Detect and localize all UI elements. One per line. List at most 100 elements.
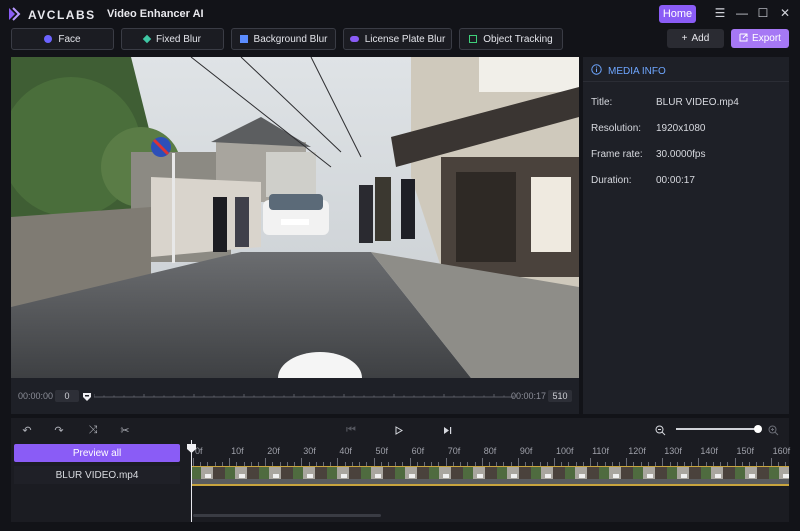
divider	[583, 81, 789, 82]
face-icon	[44, 35, 53, 43]
brand-name: AVCLABS	[28, 8, 96, 22]
split-icon[interactable]: ⤨	[86, 423, 100, 437]
info-label-resolution: Resolution:	[591, 123, 642, 134]
ruler-tick	[373, 458, 375, 466]
timeline-ruler[interactable]: 0f 10f 20f 30f 40f 50f 60f 70f 80f 90f 100f 110f 120…	[191, 444, 791, 466]
car-icon	[349, 36, 359, 42]
end-time: 00:00:17	[511, 391, 547, 401]
clip-thumbnail	[531, 467, 565, 484]
ruler-tick-label: 150f	[736, 446, 755, 456]
info-label-duration: Duration:	[591, 175, 632, 186]
info-value-title: BLUR VIDEO.mp4	[656, 97, 739, 108]
tool-fixed-blur-button[interactable]: Fixed Blur	[121, 28, 224, 50]
zoom-slider-handle[interactable]	[754, 425, 762, 433]
ruler-tick-label: 60f	[411, 446, 425, 456]
tool-object-tracking-button[interactable]: Object Tracking	[459, 28, 563, 50]
info-icon	[591, 64, 602, 78]
ruler-tick-label: 130f	[664, 446, 682, 456]
export-button[interactable]: Export	[731, 29, 789, 48]
ruler-tick	[193, 458, 194, 466]
app-window: AVCLABS Video Enhancer AI Home ☰ — ☐ ✕ F…	[0, 0, 800, 531]
start-frame-input[interactable]: 0	[55, 390, 79, 402]
scissors-icon[interactable]: ✂	[118, 423, 132, 437]
ruler-tick-label: 160f	[772, 446, 791, 456]
clip-thumbnail	[429, 467, 463, 484]
tool-license-plate-blur-button[interactable]: License Plate Blur	[343, 28, 452, 50]
avclabs-logo-icon	[8, 7, 22, 21]
ruler-tick-label: 80f	[483, 446, 497, 456]
previous-frame-icon[interactable]: ⏮	[344, 423, 358, 437]
ruler-tick	[517, 458, 519, 466]
play-icon[interactable]	[392, 423, 406, 437]
clip-thumbnail	[327, 467, 361, 484]
ruler-tick	[301, 458, 303, 466]
tool-face-label: Face	[58, 33, 81, 45]
tool-object-tracking-label: Object Tracking	[483, 33, 553, 45]
clip-thumbnail	[259, 467, 293, 484]
video-scrubber: 00:00:00 0 00:00:17 510	[11, 378, 579, 414]
tool-license-plate-blur-label: License Plate Blur	[364, 33, 446, 45]
sparkle-icon	[142, 34, 152, 44]
timeline-panel: ↶ ↷ ⤨ ✂ ⏮ Preview all BLUR VIDEO.mp4 0f 1…	[11, 418, 791, 522]
tool-face-button[interactable]: Face	[11, 28, 114, 50]
clip-thumbnail	[565, 467, 599, 484]
add-label: Add	[691, 33, 710, 44]
ruler-tick	[229, 458, 231, 466]
start-time: 00:00:00	[18, 391, 54, 401]
zoom-in-icon[interactable]	[766, 423, 780, 437]
ruler-tick	[770, 458, 772, 466]
preview-all-button[interactable]: Preview all	[14, 444, 180, 462]
clip-thumbnail	[395, 467, 429, 484]
background-icon	[239, 35, 248, 43]
plus-icon: +	[681, 33, 688, 44]
ruler-tick	[698, 458, 700, 466]
video-track-clip[interactable]	[191, 466, 789, 486]
ruler-tick	[662, 458, 664, 466]
timeline-scrollbar[interactable]	[193, 514, 381, 517]
tool-background-blur-button[interactable]: Background Blur	[231, 28, 336, 50]
clip-thumbnail	[225, 467, 259, 484]
close-icon[interactable]: ✕	[778, 6, 792, 20]
next-frame-icon[interactable]	[440, 423, 454, 437]
media-info-heading: MEDIA INFO	[591, 64, 666, 78]
tool-background-blur-label: Background Blur	[253, 33, 328, 45]
ruler-tick	[445, 458, 447, 466]
scrubber-track[interactable]	[94, 394, 514, 398]
zoom-slider[interactable]	[676, 428, 758, 430]
playhead-handle[interactable]	[187, 440, 196, 458]
undo-icon[interactable]: ↶	[20, 423, 34, 437]
add-button[interactable]: + Add	[667, 29, 724, 48]
info-value-frame-rate: 30.0000fps	[656, 149, 706, 160]
clip-thumbnail	[293, 467, 327, 484]
zoom-out-icon[interactable]	[653, 423, 667, 437]
home-button[interactable]: Home	[659, 5, 696, 23]
scrubber-handle[interactable]	[82, 389, 92, 407]
ruler-tick-label: 40f	[339, 446, 352, 456]
info-label-title: Title:	[591, 97, 613, 108]
clip-thumbnail	[735, 467, 769, 484]
menu-icon[interactable]: ☰	[713, 6, 727, 20]
clip-thumbnail	[361, 467, 395, 484]
ruler-tick-label: 50f	[375, 446, 389, 456]
video-preview[interactable]	[11, 57, 579, 378]
info-value-resolution: 1920x1080	[656, 123, 706, 134]
ruler-tick-label: 10f	[231, 446, 244, 456]
ruler-tick	[409, 458, 411, 466]
maximize-icon[interactable]: ☐	[756, 6, 770, 20]
redo-icon[interactable]: ↷	[52, 423, 66, 437]
info-value-duration: 00:00:17	[656, 175, 695, 186]
tool-fixed-blur-label: Fixed Blur	[155, 33, 201, 45]
media-info-panel: MEDIA INFO Title: BLUR VIDEO.mp4 Resolut…	[583, 57, 789, 414]
clip-thumbnail	[701, 467, 735, 484]
video-frame-image	[11, 57, 579, 378]
target-icon	[469, 35, 478, 43]
ruler-tick-label: 70f	[447, 446, 461, 456]
clip-thumbnail	[769, 467, 789, 484]
clip-thumbnail	[463, 467, 497, 484]
ruler-tick-label: 110f	[592, 446, 609, 456]
end-frame-input[interactable]: 510	[548, 390, 572, 402]
minimize-icon[interactable]: —	[735, 6, 749, 20]
ruler-tick-label: 0f	[195, 446, 203, 456]
info-label-frame-rate: Frame rate:	[591, 149, 643, 160]
ruler-tick	[590, 458, 592, 466]
